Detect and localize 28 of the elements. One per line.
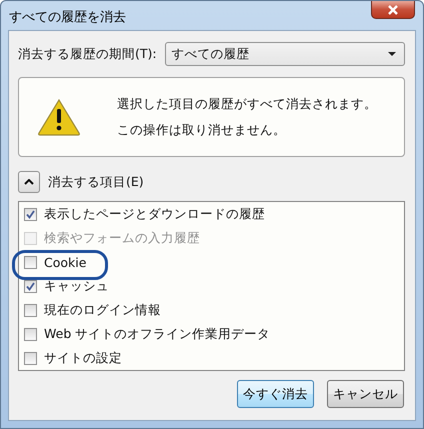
dropdown-arrow-icon xyxy=(388,52,396,56)
field-label: 消去する履歴の期間(T): xyxy=(18,46,157,62)
checkbox[interactable] xyxy=(24,352,37,365)
check-icon xyxy=(26,210,35,220)
check-icon xyxy=(26,282,35,291)
window-title: すべての履歴を消去 xyxy=(9,9,126,26)
close-button[interactable] xyxy=(371,1,415,19)
checkbox[interactable] xyxy=(24,280,37,293)
warning-icon xyxy=(37,98,81,136)
close-icon xyxy=(387,4,399,14)
checkbox-label[interactable]: Web サイトのオフライン作業用データ xyxy=(44,326,270,343)
checkbox-label[interactable]: 現在のログイン情報 xyxy=(44,302,161,319)
dialog-button[interactable]: 今すぐ消去 xyxy=(237,380,314,408)
dialog-button[interactable]: キャンセル xyxy=(327,380,404,408)
checkbox[interactable] xyxy=(24,304,37,317)
chevron-icon xyxy=(24,179,34,185)
section-label: 消去する項目(E) xyxy=(48,174,144,190)
expand-toggle-button[interactable] xyxy=(18,171,40,193)
checkbox-label[interactable]: キャッシュ xyxy=(44,278,109,295)
warning-text: 選択した項目の履歴がすべて消去されます。 xyxy=(117,96,377,112)
checkbox-label[interactable]: サイトの設定 xyxy=(44,350,122,367)
checkbox-label[interactable]: 表示したページとダウンロードの履歴 xyxy=(44,206,265,224)
time-range-dropdown[interactable]: すべての履歴 xyxy=(164,42,405,66)
warning-text: この操作は取り消せません。 xyxy=(117,122,287,138)
checkbox[interactable] xyxy=(24,256,37,270)
checkbox[interactable] xyxy=(24,328,37,341)
checkbox-label[interactable]: Cookie xyxy=(44,255,86,270)
checkbox[interactable] xyxy=(24,208,37,222)
